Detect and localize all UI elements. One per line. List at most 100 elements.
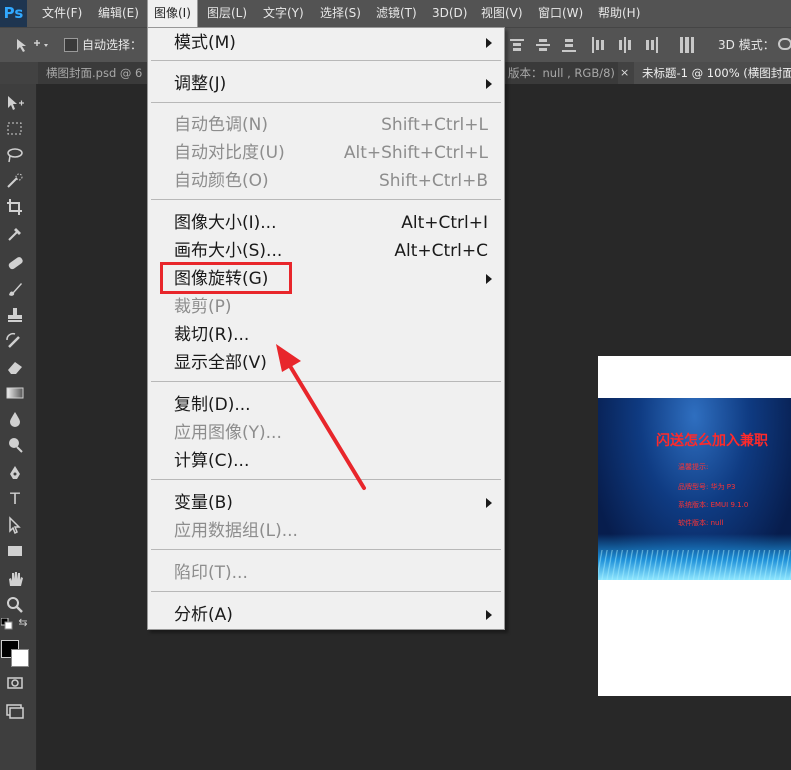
submenu-arrow-icon — [486, 610, 492, 620]
menu-separator — [151, 60, 501, 61]
auto-select-checkbox[interactable] — [64, 38, 78, 52]
align-bottom-icon[interactable] — [562, 37, 576, 53]
menu-item-trap[interactable]: 陷印(T)... — [174, 560, 504, 586]
menu-file[interactable]: 文件(F) — [42, 0, 82, 27]
menu-3d[interactable]: 3D(D) — [432, 0, 467, 27]
menu-separator — [151, 549, 501, 550]
tab-close-icon[interactable]: × — [620, 62, 629, 84]
eraser-tool-icon[interactable] — [5, 358, 25, 376]
marquee-tool-icon[interactable] — [5, 120, 25, 138]
menu-item-label: 自动色调(N) — [174, 115, 268, 135]
blur-tool-icon[interactable] — [5, 410, 25, 428]
menu-help[interactable]: 帮助(H) — [598, 0, 640, 27]
hand-tool-icon[interactable] — [5, 570, 25, 588]
menu-item-label: 图像大小(I)... — [174, 213, 277, 233]
tab-document-3[interactable]: 未标题-1 @ 100% (横图封面 — [634, 62, 791, 84]
document-line-2: 品牌型号: 华为 P3 — [678, 483, 736, 491]
menu-item-shortcut: Shift+Ctrl+B — [378, 171, 488, 191]
align-left-icon[interactable] — [592, 37, 606, 53]
menu-separator — [151, 479, 501, 480]
menu-item-label: 裁剪(P) — [174, 297, 232, 317]
menu-item-apply-image[interactable]: 应用图像(Y)... — [174, 420, 504, 446]
path-selection-tool-icon[interactable] — [5, 516, 25, 535]
menu-item-label: 自动颜色(O) — [174, 171, 269, 191]
move-tool-icon[interactable] — [5, 94, 25, 112]
crop-tool-icon[interactable] — [5, 198, 25, 216]
image-menu-dropdown: 模式(M) 调整(J) 自动色调(N) Shift+Ctrl+L 自动对比度(U)… — [147, 27, 505, 630]
screen-mode-icon[interactable] — [5, 702, 25, 720]
menu-item-label: 计算(C)... — [174, 451, 250, 471]
menu-item-label: 复制(D)... — [174, 395, 251, 415]
menu-item-mode[interactable]: 模式(M) — [174, 30, 504, 56]
menu-item-label: 自动对比度(U) — [174, 143, 285, 163]
menu-item-auto-contrast[interactable]: 自动对比度(U) Alt+Shift+Ctrl+L — [174, 140, 504, 166]
background-color-swatch[interactable] — [11, 649, 29, 667]
menu-item-calculations[interactable]: 计算(C)... — [174, 448, 504, 474]
menu-item-label: 变量(B) — [174, 493, 233, 513]
menu-item-trim[interactable]: 裁切(R)... — [174, 322, 504, 348]
brush-tool-icon[interactable] — [5, 280, 25, 298]
menu-image[interactable]: 图像(I) — [147, 0, 198, 28]
default-colors-icon[interactable] — [0, 617, 13, 630]
pen-tool-icon[interactable] — [5, 464, 25, 482]
document-line-4: 软件版本: null — [678, 519, 724, 527]
gradient-tool-icon[interactable] — [5, 384, 25, 402]
quick-selection-tool-icon[interactable] — [5, 172, 25, 190]
menu-item-label: 分析(A) — [174, 605, 233, 625]
menu-item-shortcut: Alt+Ctrl+I — [401, 213, 488, 233]
submenu-arrow-icon — [486, 498, 492, 508]
submenu-arrow-icon — [486, 274, 492, 284]
move-tool-preset-icon[interactable] — [14, 37, 48, 53]
lasso-tool-icon[interactable] — [5, 146, 25, 164]
document-title-text: 闪送怎么加入兼职 — [656, 433, 768, 449]
eyedropper-tool-icon[interactable] — [5, 224, 25, 242]
menu-item-label: 画布大小(S)... — [174, 241, 283, 261]
auto-align-icon[interactable] — [680, 37, 694, 53]
menu-layer[interactable]: 图层(L) — [207, 0, 247, 27]
align-hcenter-icon[interactable] — [618, 37, 632, 53]
swap-colors-icon[interactable]: ⇆ — [16, 616, 30, 630]
menu-item-variables[interactable]: 变量(B) — [174, 490, 504, 516]
menu-separator — [151, 199, 501, 200]
history-brush-tool-icon[interactable] — [5, 332, 25, 350]
menu-item-label: 应用图像(Y)... — [174, 423, 282, 443]
menu-item-apply-data-set[interactable]: 应用数据组(L)... — [174, 518, 504, 544]
document-line-3: 系统版本: EMUI 9.1.0 — [678, 501, 749, 509]
zoom-tool-icon[interactable] — [5, 596, 25, 614]
healing-brush-tool-icon[interactable] — [5, 254, 25, 272]
orbit-3d-icon[interactable] — [778, 38, 791, 50]
highlight-box — [160, 262, 292, 294]
menu-filter[interactable]: 滤镜(T) — [376, 0, 417, 27]
photoshop-logo: Ps — [0, 0, 27, 27]
menu-item-auto-color[interactable]: 自动颜色(O) Shift+Ctrl+B — [174, 168, 504, 194]
quick-mask-icon[interactable] — [5, 674, 25, 692]
menu-item-image-size[interactable]: 图像大小(I)... Alt+Ctrl+I — [174, 210, 504, 236]
align-right-icon[interactable] — [644, 37, 658, 53]
menu-window[interactable]: 窗口(W) — [538, 0, 583, 27]
align-top-icon[interactable] — [510, 37, 524, 53]
menu-edit[interactable]: 编辑(E) — [98, 0, 139, 27]
align-vcenter-icon[interactable] — [536, 37, 550, 53]
menu-item-adjustments[interactable]: 调整(J) — [174, 71, 504, 97]
menu-item-shortcut: Alt+Shift+Ctrl+L — [343, 143, 488, 163]
menubar: Ps 文件(F) 编辑(E) 图像(I) 图层(L) 文字(Y) 选择(S) 滤… — [0, 0, 791, 28]
menu-type[interactable]: 文字(Y) — [263, 0, 304, 27]
menu-select[interactable]: 选择(S) — [320, 0, 361, 27]
menu-item-auto-tone[interactable]: 自动色调(N) Shift+Ctrl+L — [174, 112, 504, 138]
tab-document-1[interactable]: 横图封面.psd @ 6 — [38, 62, 148, 84]
menu-item-reveal-all[interactable]: 显示全部(V) — [174, 350, 504, 376]
tab-document-2[interactable]: 版本：null , RGB/8) — [506, 62, 618, 84]
clone-stamp-tool-icon[interactable] — [5, 306, 25, 324]
menu-item-label: 显示全部(V) — [174, 353, 267, 373]
menu-item-canvas-size[interactable]: 画布大小(S)... Alt+Ctrl+C — [174, 238, 504, 264]
menu-item-shortcut: Shift+Ctrl+L — [381, 115, 488, 135]
menu-view[interactable]: 视图(V) — [481, 0, 523, 27]
document-line-1: 温馨提示: — [678, 463, 709, 471]
menu-item-crop[interactable]: 裁剪(P) — [174, 294, 504, 320]
menu-item-analysis[interactable]: 分析(A) — [174, 602, 504, 628]
dodge-tool-icon[interactable] — [5, 436, 25, 454]
type-tool-icon[interactable]: T — [5, 490, 25, 508]
menu-item-duplicate[interactable]: 复制(D)... — [174, 392, 504, 418]
rectangle-tool-icon[interactable] — [5, 542, 25, 560]
submenu-arrow-icon — [486, 38, 492, 48]
